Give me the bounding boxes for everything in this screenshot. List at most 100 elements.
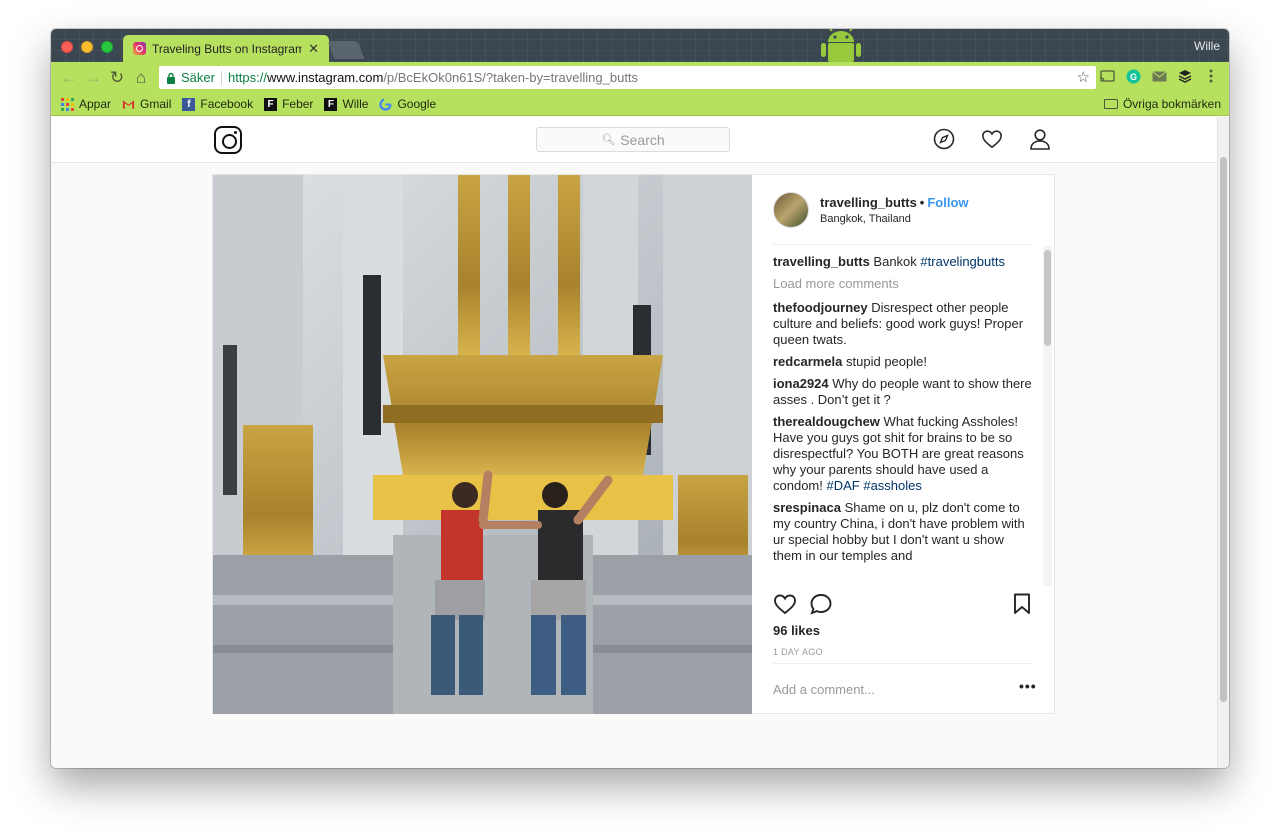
- forward-arrow-icon[interactable]: →: [81, 66, 105, 90]
- page-scrollbar[interactable]: [1217, 117, 1229, 768]
- grammarly-extension-icon[interactable]: G: [1125, 68, 1141, 84]
- list-item: srespinaca Shame on u, plz don't come to…: [773, 500, 1033, 564]
- window-close-button[interactable]: [61, 41, 73, 53]
- comment-text: stupid people!: [846, 354, 927, 369]
- comment-username[interactable]: therealdougchew: [773, 414, 880, 429]
- list-item: iona2924 Why do people want to show ther…: [773, 376, 1033, 408]
- comments-list: travelling_butts Bankok #travelingbutts …: [773, 254, 1033, 584]
- bookmark-label: Wille: [342, 97, 369, 111]
- header-actions: [933, 128, 1051, 150]
- comment-username[interactable]: srespinaca: [773, 500, 841, 515]
- buffer-extension-icon[interactable]: [1177, 68, 1193, 84]
- window-maximize-button[interactable]: [101, 41, 113, 53]
- bookmark-label: Appar: [79, 97, 112, 111]
- follow-button[interactable]: Follow: [927, 195, 968, 210]
- heart-icon[interactable]: [981, 128, 1003, 150]
- other-bookmarks-label: Övriga bokmärken: [1122, 97, 1221, 111]
- location-link[interactable]: Bangkok, Thailand: [820, 213, 911, 225]
- post-photo[interactable]: [213, 175, 752, 714]
- search-input[interactable]: 🔍︎ Search: [536, 127, 730, 152]
- post-header: travelling_butts • Follow Bangkok, Thailan…: [773, 192, 1033, 230]
- bookmark-label: Feber: [282, 97, 314, 111]
- caption-text: Bankok: [873, 254, 917, 269]
- window-minimize-button[interactable]: [81, 41, 93, 53]
- bookmark-facebook[interactable]: f Facebook: [182, 97, 253, 111]
- post-details-panel: travelling_butts • Follow Bangkok, Thailan…: [753, 175, 1055, 714]
- secure-label: Säker: [181, 70, 215, 85]
- tab-title: Traveling Butts on Instagram: [152, 41, 302, 56]
- divider: [773, 663, 1032, 664]
- url-path: /p/BcEkOk0n61S/?taken-by=travelling_butt…: [383, 70, 639, 85]
- load-more-comments-button[interactable]: Load more comments: [773, 276, 1033, 292]
- caption: travelling_butts Bankok #travelingbutts: [773, 254, 1033, 270]
- hashtag-link[interactable]: #travelingbutts: [920, 254, 1005, 269]
- comment-username[interactable]: redcarmela: [773, 354, 842, 369]
- bookmark-gmail[interactable]: Gmail: [122, 97, 171, 111]
- author-username-link[interactable]: travelling_butts: [820, 195, 917, 210]
- browser-window: Traveling Butts on Instagram ✕ Wille ← →…: [51, 29, 1229, 768]
- svg-text:G: G: [1129, 72, 1136, 82]
- speech-bubble-icon[interactable]: [809, 593, 833, 615]
- page-scrollbar-thumb[interactable]: [1220, 157, 1227, 702]
- browser-profile-name[interactable]: Wille: [1194, 39, 1220, 53]
- facebook-icon: f: [182, 97, 196, 111]
- likes-count[interactable]: 96 likes: [773, 623, 820, 638]
- bookmark-label: Gmail: [140, 97, 172, 111]
- new-tab-button[interactable]: [327, 41, 365, 59]
- more-options-icon[interactable]: •••: [1019, 678, 1037, 694]
- lock-icon: [167, 72, 175, 84]
- extensions-area: G: [1099, 68, 1219, 84]
- bookmark-google[interactable]: Google: [379, 97, 436, 111]
- android-theme-icon: [821, 29, 861, 62]
- browser-toolbar: ← → ↻ ⌂ Säker https://www.instagram.com /…: [51, 62, 1229, 93]
- address-bar[interactable]: Säker https://www.instagram.com/p/BcEkOk…: [159, 66, 1096, 89]
- comment-username[interactable]: iona2924: [773, 376, 829, 391]
- bookmark-wille[interactable]: F Wille: [324, 97, 368, 111]
- url-host: www.instagram.com: [267, 70, 384, 85]
- compass-icon[interactable]: [933, 128, 955, 150]
- mail-extension-icon[interactable]: [1151, 68, 1167, 84]
- bookmark-label: Google: [397, 97, 437, 111]
- bookmark-icon[interactable]: [1013, 593, 1031, 615]
- list-item: redcarmela stupid people!: [773, 354, 1033, 370]
- other-bookmarks-folder[interactable]: Övriga bokmärken: [1103, 97, 1221, 111]
- comments-scrollbar[interactable]: [1043, 246, 1052, 586]
- back-arrow-icon[interactable]: ←: [57, 66, 81, 90]
- cast-icon[interactable]: [1099, 68, 1115, 84]
- heart-outline-icon[interactable]: [773, 593, 797, 615]
- divider: [773, 244, 1032, 245]
- add-comment-input[interactable]: [773, 679, 973, 699]
- bookmarks-bar: Appar Gmail f Facebook F Feber F Wille G…: [51, 93, 1229, 116]
- url-scheme: https://: [227, 70, 267, 85]
- comment-username[interactable]: thefoodjourney: [773, 300, 868, 315]
- bookmark-feber[interactable]: F Feber: [264, 97, 313, 111]
- tab-instagram[interactable]: Traveling Butts on Instagram ✕: [123, 35, 329, 62]
- gmail-icon: [122, 99, 135, 109]
- hashtag-link[interactable]: #DAF #assholes: [827, 478, 922, 493]
- post-author: travelling_butts • Follow: [820, 195, 969, 210]
- comments-scrollbar-thumb[interactable]: [1044, 250, 1051, 346]
- comment-username[interactable]: travelling_butts: [773, 254, 870, 269]
- reload-icon[interactable]: ↻: [105, 66, 129, 90]
- page-viewport: 🔍︎ Search travelling_butts • Follow Bang…: [51, 117, 1229, 768]
- search-placeholder: Search: [620, 131, 665, 148]
- list-item: therealdougchew What fucking Assholes! H…: [773, 414, 1033, 494]
- menu-kebab-icon[interactable]: [1203, 68, 1219, 84]
- tab-strip: Traveling Butts on Instagram ✕ Wille: [51, 29, 1229, 62]
- tab-close-icon[interactable]: ✕: [308, 41, 319, 57]
- instagram-logo-icon[interactable]: [214, 126, 242, 154]
- temple-photo: [213, 175, 752, 714]
- google-icon: [379, 97, 393, 111]
- post-timestamp[interactable]: 1 DAY AGO: [773, 647, 823, 657]
- home-icon[interactable]: ⌂: [129, 66, 153, 90]
- instagram-header: 🔍︎ Search: [51, 117, 1217, 163]
- post-actions: [773, 593, 1033, 619]
- bookmark-appar[interactable]: Appar: [61, 97, 111, 111]
- list-item: thefoodjourney Disrespect other people c…: [773, 300, 1033, 348]
- apps-grid-icon: [61, 97, 74, 111]
- person-icon[interactable]: [1029, 128, 1051, 150]
- search-icon: 🔍︎: [601, 134, 616, 146]
- avatar[interactable]: [773, 192, 809, 228]
- feber-icon: F: [324, 97, 338, 111]
- bookmark-star-icon[interactable]: ☆: [1077, 68, 1090, 86]
